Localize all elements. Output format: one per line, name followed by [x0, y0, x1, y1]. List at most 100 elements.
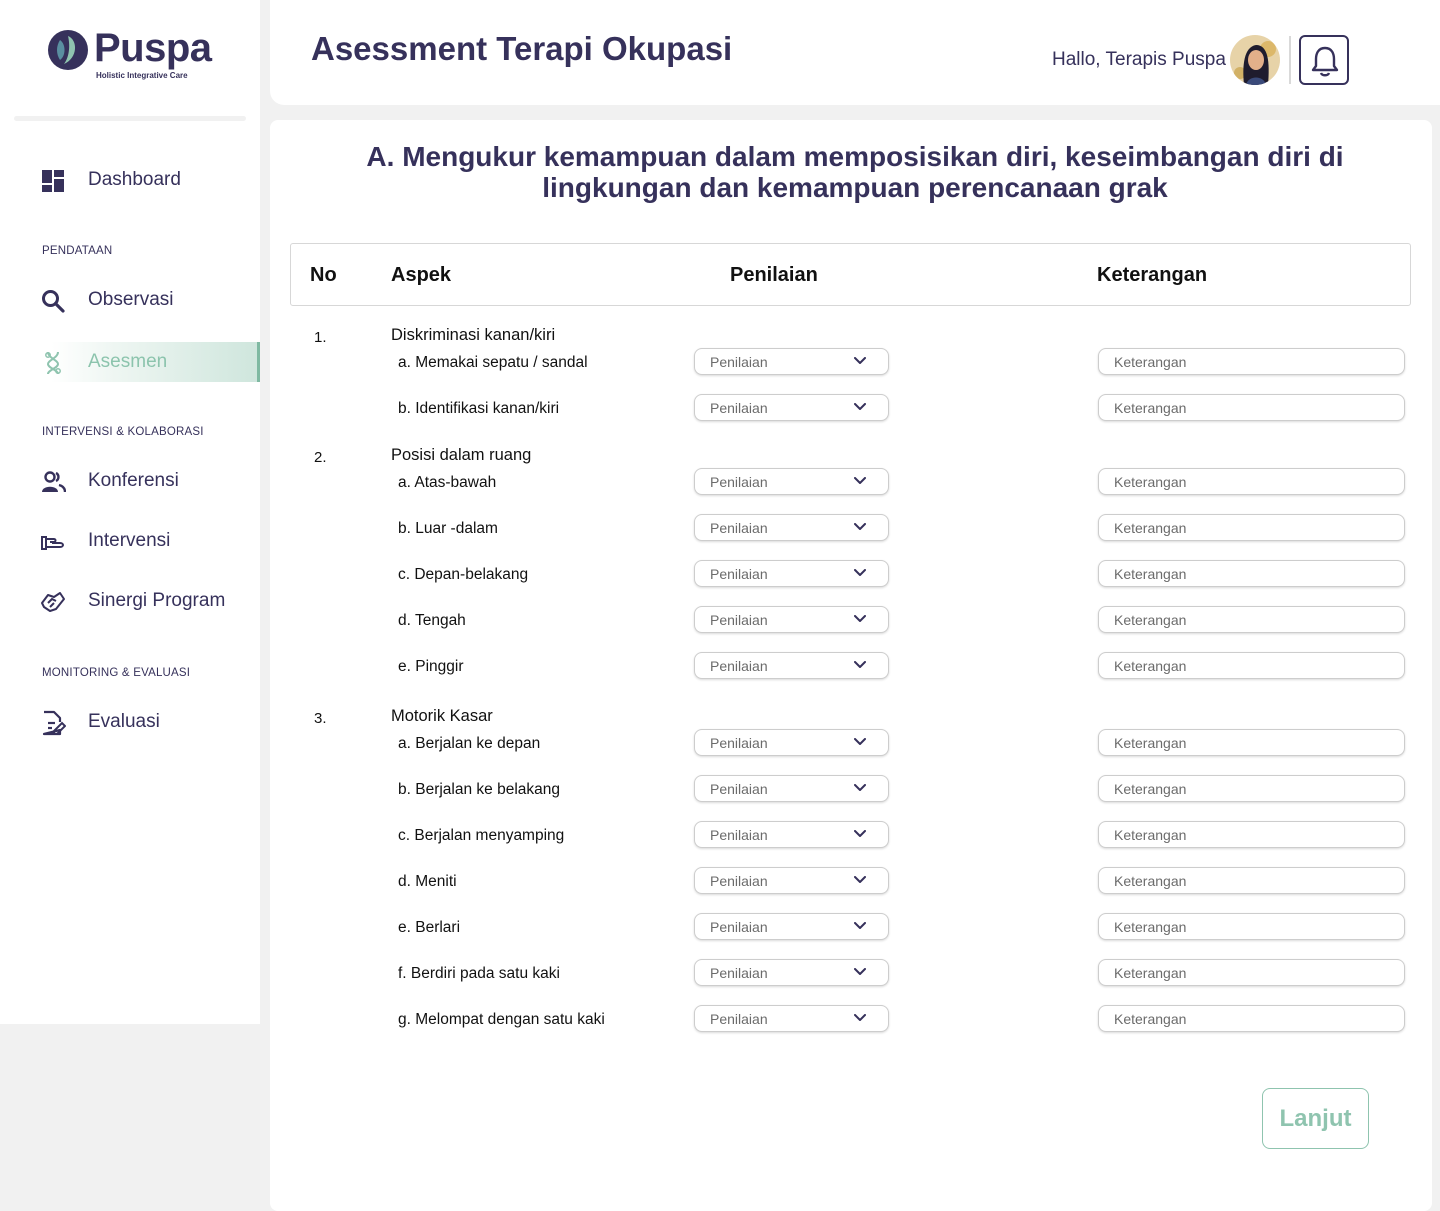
penilaian-select[interactable]: Penilaian — [694, 959, 889, 986]
chevron-down-icon — [854, 1014, 866, 1021]
penilaian-select[interactable]: Penilaian — [694, 775, 889, 802]
penilaian-select[interactable]: Penilaian — [694, 514, 889, 541]
page-title: Asessment Terapi Okupasi — [311, 30, 733, 67]
chevron-down-icon — [854, 523, 866, 530]
sidebar-divider — [14, 116, 246, 121]
people-icon — [42, 471, 66, 493]
keterangan-input[interactable] — [1098, 867, 1405, 894]
avatar-image — [1230, 35, 1280, 85]
sidebar-item-label: Asesmen — [88, 351, 168, 372]
penilaian-select[interactable]: Penilaian — [694, 560, 889, 587]
column-header-penilaian: Penilaian — [730, 264, 818, 286]
penilaian-select[interactable]: Penilaian — [694, 652, 889, 679]
sidebar-item-label: Dashboard — [88, 169, 181, 190]
brand-logo[interactable]: Puspa Holistic Integrative Care — [46, 26, 212, 84]
row-number: 3. — [314, 710, 327, 727]
aspect-item-label: e. Pinggir — [398, 658, 464, 675]
aspect-group-title: Posisi dalam ruang — [391, 446, 532, 464]
keterangan-input[interactable] — [1098, 560, 1405, 587]
aspect-item-label: e. Berlari — [398, 919, 461, 936]
penilaian-select-value: Penilaian — [710, 354, 768, 370]
table-header: No Aspek Penilaian Keterangan — [290, 243, 1411, 306]
dna-icon — [45, 351, 61, 375]
brand-tagline: Holistic Integrative Care — [96, 71, 188, 80]
keterangan-input[interactable] — [1098, 1005, 1405, 1032]
chevron-down-icon — [854, 922, 866, 929]
sidebar-item-evaluasi[interactable]: Evaluasi — [0, 702, 260, 742]
penilaian-select-value: Penilaian — [710, 566, 768, 582]
sidebar-item-dashboard[interactable]: Dashboard — [0, 160, 260, 200]
sidebar: Puspa Holistic Integrative Care Dashboar… — [0, 0, 260, 1024]
chevron-down-icon — [854, 968, 866, 975]
penilaian-select-value: Penilaian — [710, 781, 768, 797]
avatar[interactable] — [1230, 35, 1280, 85]
column-header-keterangan: Keterangan — [1097, 264, 1208, 286]
keterangan-input[interactable] — [1098, 468, 1405, 495]
keterangan-input[interactable] — [1098, 729, 1405, 756]
sidebar-item-label: Sinergi Program — [88, 590, 226, 611]
keterangan-input[interactable] — [1098, 514, 1405, 541]
penilaian-select[interactable]: Penilaian — [694, 606, 889, 633]
penilaian-select-value: Penilaian — [710, 735, 768, 751]
logo-mark-icon — [48, 30, 88, 70]
brand-name: Puspa — [94, 26, 212, 70]
user-greeting: Hallo, Terapis Puspa — [1052, 49, 1226, 70]
sidebar-item-asesmen[interactable]: Asesmen — [0, 342, 260, 382]
keterangan-input[interactable] — [1098, 913, 1405, 940]
penilaian-select-value: Penilaian — [710, 873, 768, 889]
sidebar-item-observasi[interactable]: Observasi — [0, 280, 260, 320]
keterangan-input[interactable] — [1098, 959, 1405, 986]
header-divider — [1289, 36, 1291, 84]
keterangan-input[interactable] — [1098, 394, 1405, 421]
chevron-down-icon — [854, 615, 866, 622]
aspect-item-label: b. Identifikasi kanan/kiri — [398, 400, 560, 417]
sidebar-item-label: Evaluasi — [88, 711, 160, 732]
section-label-intervensi-kolaborasi: INTERVENSI & KOLABORASI — [42, 426, 204, 438]
section-heading: A. Mengukur kemampuan dalam memposisikan… — [366, 141, 1344, 203]
next-button[interactable]: Lanjut — [1262, 1088, 1369, 1149]
keterangan-input[interactable] — [1098, 606, 1405, 633]
sidebar-item-label: Observasi — [88, 289, 174, 310]
chevron-down-icon — [854, 876, 866, 883]
keterangan-input[interactable] — [1098, 348, 1405, 375]
penilaian-select-value: Penilaian — [710, 965, 768, 981]
sidebar-item-intervensi[interactable]: Intervensi — [0, 521, 260, 561]
sidebar-item-konferensi[interactable]: Konferensi — [0, 461, 260, 501]
keterangan-input[interactable] — [1098, 652, 1405, 679]
aspect-item-label: b. Luar -dalam — [398, 520, 498, 537]
sidebar-item-sinergi-program[interactable]: Sinergi Program — [0, 581, 260, 621]
penilaian-select-value: Penilaian — [710, 658, 768, 674]
column-header-aspek: Aspek — [391, 264, 452, 286]
chevron-down-icon — [854, 830, 866, 837]
notification-button[interactable] — [1299, 35, 1349, 85]
penilaian-select[interactable]: Penilaian — [694, 348, 889, 375]
aspect-item-label: a. Memakai sepatu / sandal — [398, 354, 588, 371]
penilaian-select-value: Penilaian — [710, 400, 768, 416]
section-label-monitoring-evaluasi: MONITORING & EVALUASI — [42, 667, 191, 679]
bell-icon — [1311, 46, 1339, 77]
chevron-down-icon — [854, 357, 866, 364]
aspect-group-title: Diskriminasi kanan/kiri — [391, 326, 556, 344]
penilaian-select[interactable]: Penilaian — [694, 867, 889, 894]
row-number: 1. — [314, 329, 327, 346]
search-icon — [42, 290, 65, 313]
aspect-item-label: a. Berjalan ke depan — [398, 735, 541, 752]
chevron-down-icon — [854, 784, 866, 791]
aspect-group-title: Motorik Kasar — [391, 707, 493, 725]
section-label-pendataan: PENDATAAN — [42, 245, 113, 257]
aspect-item-label: d. Tengah — [398, 612, 466, 629]
aspect-item-label: a. Atas-bawah — [398, 474, 497, 491]
penilaian-select[interactable]: Penilaian — [694, 394, 889, 421]
penilaian-select[interactable]: Penilaian — [694, 729, 889, 756]
keterangan-input[interactable] — [1098, 775, 1405, 802]
penilaian-select[interactable]: Penilaian — [694, 468, 889, 495]
penilaian-select[interactable]: Penilaian — [694, 821, 889, 848]
aspect-item-label: g. Melompat dengan satu kaki — [398, 1011, 605, 1028]
handshake-icon — [41, 592, 65, 612]
sidebar-item-label: Konferensi — [88, 470, 179, 491]
penilaian-select[interactable]: Penilaian — [694, 913, 889, 940]
penilaian-select-value: Penilaian — [710, 520, 768, 536]
chevron-down-icon — [854, 569, 866, 576]
keterangan-input[interactable] — [1098, 821, 1405, 848]
penilaian-select[interactable]: Penilaian — [694, 1005, 889, 1032]
